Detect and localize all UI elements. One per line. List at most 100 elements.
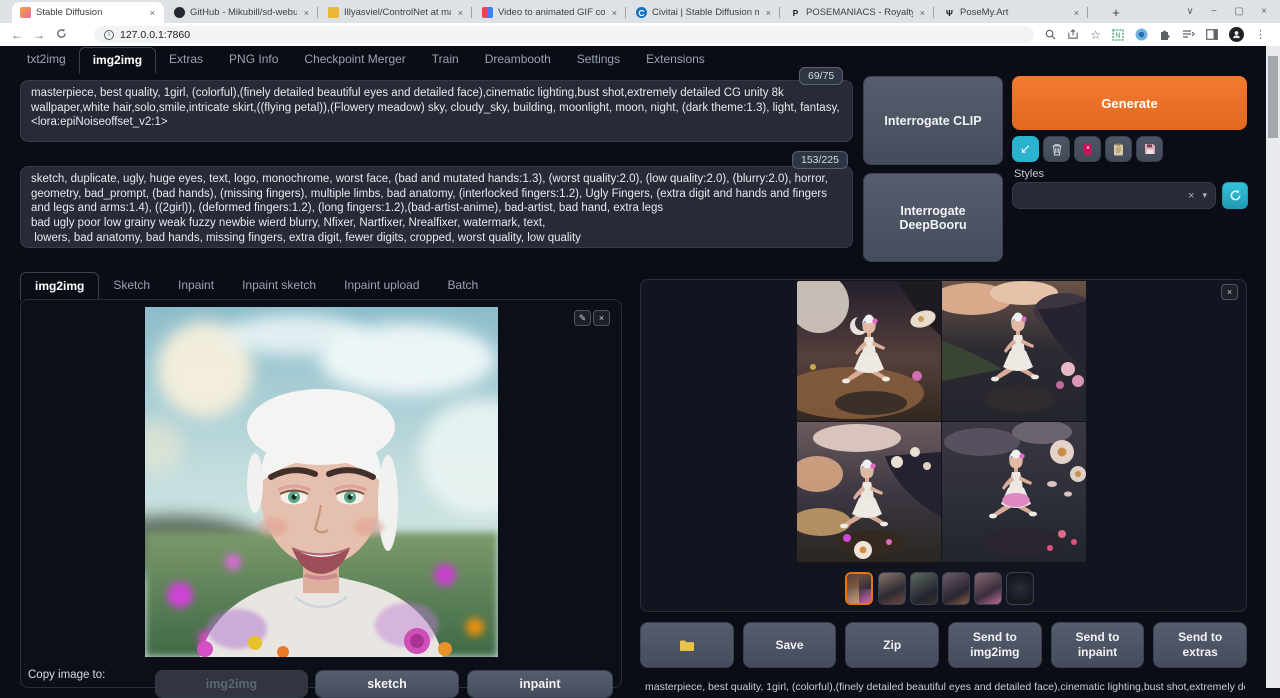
- zip-button[interactable]: Zip: [845, 622, 939, 668]
- browser-tab-stable-diffusion[interactable]: Stable Diffusion ×: [12, 2, 164, 23]
- url-bar[interactable]: i 127.0.0.1:7860: [94, 26, 1034, 43]
- prompt-input[interactable]: masterpiece, best quality, 1girl, (color…: [20, 80, 853, 142]
- close-gallery-button[interactable]: ×: [1221, 284, 1238, 300]
- posemyart-favicon: Ψ: [944, 7, 955, 18]
- window-close-button[interactable]: ×: [1250, 0, 1278, 23]
- tab-settings[interactable]: Settings: [564, 47, 633, 74]
- tab-png-info[interactable]: PNG Info: [216, 47, 291, 74]
- gallery-thumbnail-5[interactable]: [974, 572, 1002, 605]
- stable-diffusion-favicon: [20, 7, 31, 18]
- edit-image-button[interactable]: ✎: [574, 310, 591, 326]
- tab-close-icon[interactable]: ×: [147, 7, 158, 19]
- styles-select[interactable]: × ▾: [1012, 182, 1216, 209]
- gallery-image-4[interactable]: [942, 422, 1086, 562]
- subtab-inpaint-upload[interactable]: Inpaint upload: [330, 272, 433, 301]
- extension-n-icon[interactable]: N: [1112, 29, 1124, 41]
- svg-text:N: N: [1115, 32, 1120, 39]
- arrow-down-left-icon: ↙: [1020, 141, 1031, 157]
- side-panel-icon[interactable]: [1206, 29, 1218, 40]
- browser-tab-posemaniacs[interactable]: P POSEMANIACS - Royalty free 3 ×: [782, 2, 934, 23]
- extra-networks-button[interactable]: [1074, 136, 1101, 162]
- new-tab-button[interactable]: +: [1106, 2, 1126, 22]
- browser-tab-posemyart[interactable]: Ψ PoseMy.Art ×: [936, 2, 1088, 23]
- extension-blue-icon[interactable]: [1135, 28, 1148, 41]
- share-icon[interactable]: [1067, 29, 1079, 40]
- site-info-icon[interactable]: i: [104, 30, 114, 40]
- open-folder-button[interactable]: [640, 622, 734, 668]
- paste-generation-params-button[interactable]: ↙: [1012, 136, 1039, 162]
- chevron-down-icon[interactable]: ▾: [1202, 190, 1207, 201]
- gallery-thumbnail-4[interactable]: [942, 572, 970, 605]
- tab-close-icon[interactable]: ×: [301, 7, 312, 19]
- interrogate-deepbooru-button[interactable]: Interrogate DeepBooru: [863, 173, 1003, 262]
- tab-close-icon[interactable]: ×: [455, 7, 466, 19]
- refresh-styles-button[interactable]: [1222, 182, 1248, 209]
- scrollbar-thumb[interactable]: [1268, 56, 1278, 138]
- tab-dreambooth[interactable]: Dreambooth: [472, 47, 564, 74]
- tab-extras[interactable]: Extras: [156, 47, 216, 74]
- subtab-inpaint[interactable]: Inpaint: [164, 272, 228, 301]
- subtab-img2img[interactable]: img2img: [20, 272, 99, 301]
- negative-prompt-input[interactable]: sketch, duplicate, ugly, huge eyes, text…: [20, 166, 853, 248]
- prompt-token-counter: 69/75: [799, 67, 843, 85]
- copy-image-to-label: Copy image to:: [28, 669, 105, 681]
- window-minimize-button[interactable]: −: [1200, 0, 1228, 23]
- forward-button[interactable]: →: [28, 28, 50, 42]
- send-to-inpaint-button[interactable]: Send to inpaint: [1051, 622, 1145, 668]
- github-favicon: [174, 7, 185, 18]
- tab-extensions[interactable]: Extensions: [633, 47, 718, 74]
- browser-tab-gif-converter[interactable]: Video to animated GIF converter ×: [474, 2, 626, 23]
- gallery-image-3[interactable]: [797, 422, 941, 562]
- reading-list-icon[interactable]: [1182, 29, 1195, 40]
- tab-txt2img[interactable]: txt2img: [14, 47, 79, 74]
- gallery-thumbnail-3[interactable]: [910, 572, 938, 605]
- browser-toolbar: ← → i 127.0.0.1:7860 ☆ N ⋮: [0, 23, 1280, 46]
- copy-to-inpaint-button[interactable]: inpaint: [467, 670, 613, 698]
- browser-menu-icon[interactable]: ⋮: [1255, 28, 1266, 41]
- save-button[interactable]: Save: [743, 622, 837, 668]
- styles-clear-icon[interactable]: ×: [1188, 190, 1194, 202]
- civitai-favicon: C: [636, 7, 647, 18]
- send-to-img2img-button[interactable]: Send to img2img: [948, 622, 1042, 668]
- zoom-icon[interactable]: [1045, 29, 1056, 40]
- window-maximize-button[interactable]: ▢: [1225, 0, 1253, 23]
- subtab-sketch[interactable]: Sketch: [99, 272, 164, 301]
- bookmark-star-icon[interactable]: ☆: [1090, 28, 1101, 42]
- copy-to-sketch-button[interactable]: sketch: [315, 670, 459, 698]
- tab-train[interactable]: Train: [419, 47, 472, 74]
- tab-checkpoint-merger[interactable]: Checkpoint Merger: [291, 47, 418, 74]
- interrogate-clip-button[interactable]: Interrogate CLIP: [863, 76, 1003, 165]
- gallery-image-1[interactable]: [797, 281, 941, 421]
- browser-tab-github[interactable]: GitHub - Mikubill/sd-webui-co ×: [166, 2, 318, 23]
- tab-close-icon[interactable]: ×: [609, 7, 620, 19]
- gallery-thumbnail-1[interactable]: [845, 572, 873, 605]
- apply-style-button[interactable]: [1105, 136, 1132, 162]
- extensions-puzzle-icon[interactable]: [1159, 29, 1171, 41]
- subtab-inpaint-sketch[interactable]: Inpaint sketch: [228, 272, 330, 301]
- back-button[interactable]: ←: [6, 28, 28, 42]
- save-style-button[interactable]: [1136, 136, 1163, 162]
- gallery-thumbnail-6[interactable]: [1006, 572, 1034, 605]
- scrollbar[interactable]: [1266, 46, 1280, 688]
- remove-image-button[interactable]: ×: [593, 310, 610, 326]
- clear-prompt-button[interactable]: [1043, 136, 1070, 162]
- profile-avatar[interactable]: [1229, 27, 1244, 42]
- generation-info-text: masterpiece, best quality, 1girl, (color…: [645, 681, 1245, 693]
- browser-tab-controlnet[interactable]: Illyasviel/ControlNet at main ×: [320, 2, 472, 23]
- img2img-source-image[interactable]: [145, 307, 498, 657]
- generate-button[interactable]: Generate: [1012, 76, 1247, 130]
- gallery-image-2[interactable]: [942, 281, 1086, 421]
- subtab-batch[interactable]: Batch: [434, 272, 493, 301]
- clipboard-icon: [1113, 143, 1124, 156]
- tab-img2img[interactable]: img2img: [79, 47, 156, 74]
- tab-close-icon[interactable]: ×: [1071, 7, 1082, 19]
- browser-tab-civitai[interactable]: C Civitai | Stable Diffusion models ×: [628, 2, 780, 23]
- copy-to-img2img-button[interactable]: img2img: [155, 670, 308, 698]
- folder-icon: [679, 639, 695, 652]
- tab-close-icon[interactable]: ×: [763, 7, 774, 19]
- trash-icon: [1051, 143, 1063, 156]
- gallery-thumbnail-2[interactable]: [878, 572, 906, 605]
- send-to-extras-button[interactable]: Send to extras: [1153, 622, 1247, 668]
- tab-close-icon[interactable]: ×: [917, 7, 928, 19]
- reload-button[interactable]: [50, 28, 72, 42]
